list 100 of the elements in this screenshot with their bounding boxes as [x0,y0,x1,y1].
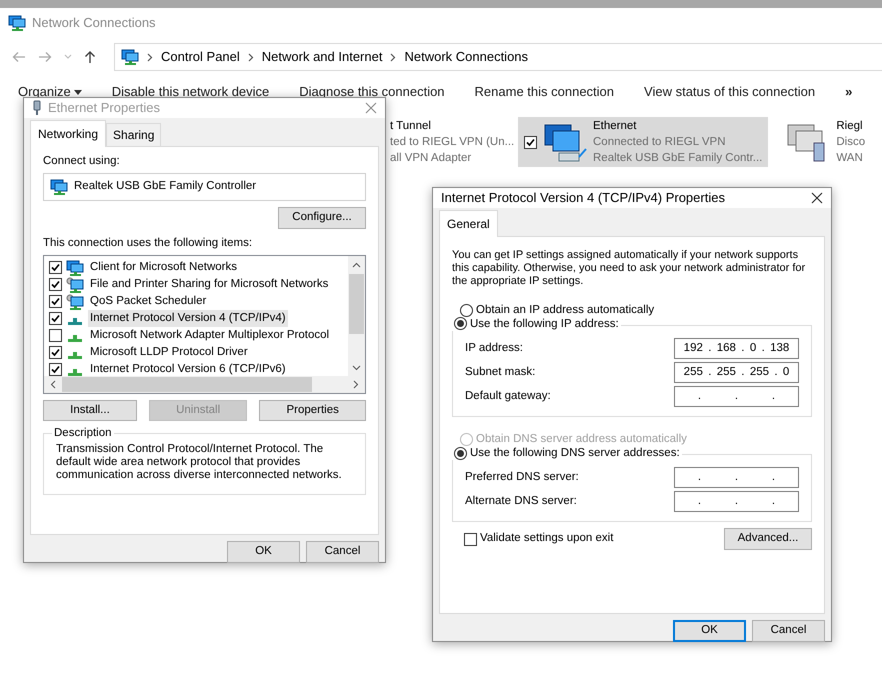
field-label: This connection uses the following items: [43,236,254,251]
vertical-scrollbar[interactable] [348,256,365,377]
ip-address-field[interactable]: . . . [674,491,799,512]
window-title: Network Connections [32,14,156,32]
connection-status: ted to RIEGL VPN (Un... [390,135,514,150]
description-text: Transmission Control Protocol/Internet Protocol. The default wide area network protocol that provides communication across diverse interconnected networks. [56,443,343,482]
checkbox[interactable] [524,136,537,148]
intro-text: You can get IP settings assigned automatically if your network supports this capability. Otherwise, you need to ask your network administrator for the appropriate IP settings. [452,248,806,288]
network-service-icon [66,294,84,310]
command-button[interactable]: Disable this network device [112,82,270,102]
list-item[interactable]: Internet Protocol Version 6 (TCP/IPv6) [88,360,288,378]
tab[interactable]: General [439,210,498,236]
up-icon[interactable] [84,50,96,64]
connection-tile[interactable]: Ethernet Connected to RIEGL VPN Realtek USB GbE Family Contr... [518,117,768,167]
option-label: Obtain an IP address automatically [476,302,654,318]
command-button[interactable]: Diagnose this connection [299,82,445,102]
chevron-icon [147,52,153,62]
list-item[interactable]: Microsoft LLDP Protocol Driver [88,344,250,362]
adapter-field: Realtek USB GbE Family Controller [43,172,366,201]
field-label: Alternate DNS server: [465,494,577,509]
scroll-left-icon[interactable] [50,380,56,389]
tab[interactable]: Networking [30,120,106,146]
network-client-icon [66,260,84,276]
ok-button[interactable]: OK [227,540,300,562]
breadcrumb[interactable]: Network and Internet [262,47,382,67]
scroll-up-icon[interactable] [352,262,361,268]
list-item[interactable]: Client for Microsoft Networks [88,258,239,276]
chevron-icon [248,52,254,62]
field-label: Subnet mask: [465,364,536,380]
network-adapter-icon [50,178,68,195]
checkbox[interactable] [464,532,477,546]
breadcrumb[interactable]: Control Panel [161,47,240,67]
checkbox[interactable] [49,312,62,325]
connection-device: all VPN Adapter [390,151,472,166]
breadcrumb[interactable]: Network Connections [404,47,528,67]
connection-device: WAN [836,151,864,166]
scrollbar-thumb[interactable] [62,377,312,392]
list-item[interactable]: Internet Protocol Version 4 (TCP/IPv4) [88,310,288,328]
dialog-title: Internet Protocol Version 4 (TCP/IPv4) Properties [441,189,726,207]
caret-icon [74,90,82,94]
network-folder-icon [121,49,139,65]
scrollbar-thumb[interactable] [349,274,364,334]
checkbox[interactable] [49,295,62,308]
list-action-button[interactable]: Properties [259,400,366,421]
network-service-icon [66,276,84,292]
connection-name: Riegl [836,119,864,134]
checkbox-label: Validate settings upon exit [480,531,614,546]
protocol-icon [68,335,82,342]
checkbox[interactable] [49,261,62,274]
network-folder-icon [8,15,26,31]
checkbox[interactable] [49,346,62,359]
connection-name: t Tunnel [390,119,432,134]
cancel-button[interactable]: Cancel [752,620,825,642]
connection-tile[interactable]: Riegl Disco WAN [780,117,866,167]
command-button[interactable]: View status of this connection [644,82,816,102]
connection-name: Ethernet [593,119,638,134]
list-item[interactable]: File and Printer Sharing for Microsoft Networks [88,276,330,294]
command-button[interactable]: Organize [18,82,82,102]
checkbox[interactable] [49,278,62,291]
radio-button[interactable] [454,446,467,460]
more-commands-button[interactable]: » [845,82,852,102]
radio-button[interactable] [454,317,467,330]
tab[interactable]: Sharing [106,122,162,146]
close-icon[interactable] [811,192,823,204]
field-label: Default gateway: [465,388,551,404]
address-bar[interactable]: Control Panel Network and Internet Network Connections [114,43,882,71]
group-title: Description [52,426,114,440]
field-label: IP address: [465,340,523,356]
checkbox[interactable] [49,329,62,342]
list-action-button[interactable]: Install... [43,400,137,421]
ip-address-field[interactable]: 255 . 255 . 255 . 0 [674,362,799,383]
protocol-icon [68,318,82,325]
dialog-title: Ethernet Properties [48,99,162,117]
advanced-button[interactable]: Advanced... [724,528,812,550]
ip-address-field[interactable]: . . . [674,386,799,407]
ok-button[interactable]: OK [673,620,746,642]
list-item[interactable]: QoS Packet Scheduler [88,292,208,310]
scroll-right-icon[interactable] [353,380,359,389]
horizontal-scrollbar[interactable] [44,376,365,393]
connection-tile[interactable]: t Tunnel ted to RIEGL VPN (Un... all VPN Adapter [390,117,518,167]
protocol-icon [68,369,82,376]
cancel-button[interactable]: Cancel [306,540,379,562]
connection-status: Connected to RIEGL VPN [593,135,727,150]
option-label: Use the following DNS server addresses: [470,446,680,460]
radio-button[interactable] [460,304,473,317]
protocol-icon [68,352,82,359]
list-item[interactable]: Microsoft Network Adapter Multiplexor Protocol [88,326,332,344]
field-label: Connect using: [43,154,121,168]
configure-button[interactable]: Configure... [278,206,366,229]
ip-address-field[interactable]: 192 . 168 . 0 . 138 [674,338,799,359]
connection-device: Realtek USB GbE Family Contr... [593,151,762,166]
scroll-down-icon[interactable] [352,365,361,371]
ip-address-field[interactable]: . . . [674,467,799,488]
option-label: Use the following IP address: [470,316,619,331]
connection-status: Disco [836,135,866,150]
command-button[interactable]: Rename this connection [474,82,614,102]
checkbox[interactable] [49,363,62,376]
option-label: Obtain DNS server address automatically [476,432,687,447]
network-cable-icon [32,100,42,116]
field-label: Preferred DNS server: [465,470,579,485]
